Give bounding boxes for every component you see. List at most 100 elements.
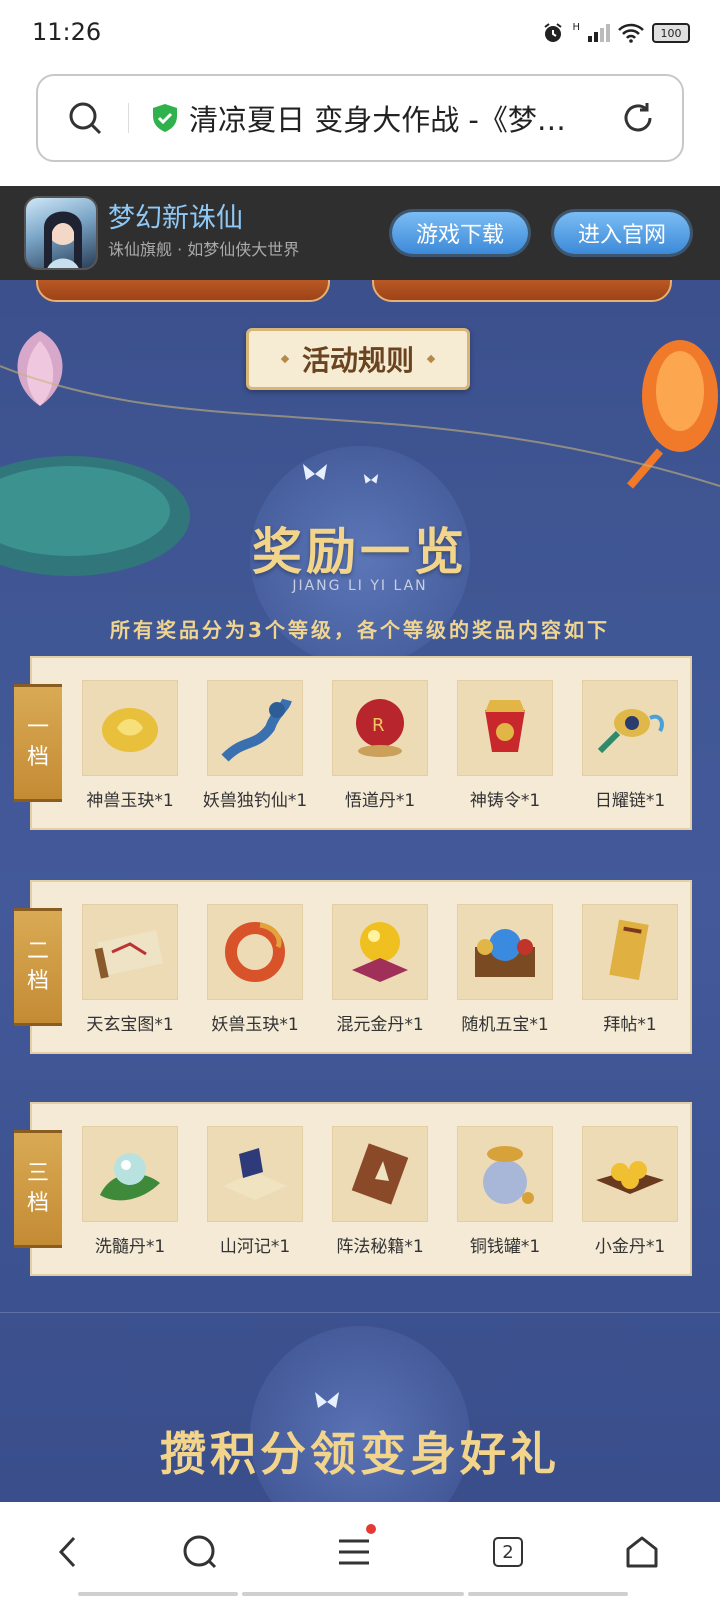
reward-item: 妖兽独钓仙*1 xyxy=(195,680,315,811)
back-button[interactable] xyxy=(46,1530,90,1574)
tier-items: 神兽玉玦*1 妖兽独钓仙*1 R 悟道丹*1 神铸令*1 日耀链*1 xyxy=(70,680,690,811)
notification-dot xyxy=(366,1524,376,1534)
item-name: 混元金丹*1 xyxy=(336,1015,424,1035)
red-pill-icon: R xyxy=(332,680,428,776)
search-icon[interactable] xyxy=(68,101,102,135)
item-name: 洗髓丹*1 xyxy=(94,1237,166,1257)
butterfly-icon xyxy=(363,474,379,484)
tier-label-bottom: 档 xyxy=(26,1191,49,1216)
rewards-description: 所有奖品分为3个等级，各个等级的奖品内容如下 xyxy=(110,618,610,642)
reload-icon[interactable] xyxy=(620,100,656,136)
reward-item: 日耀链*1 xyxy=(570,680,690,811)
reward-tier-1: 一 档 神兽玉玦*1 妖兽独钓仙*1 R 悟道丹*1 神铸令*1 日耀链*1 xyxy=(14,656,692,830)
reward-tier-3: 三 档 洗髓丹*1 山河记*1 阵法秘籍*1 铜钱罐*1 小金丹*1 xyxy=(14,1102,692,1276)
reward-item: 小金丹*1 xyxy=(570,1126,690,1257)
menu-button[interactable] xyxy=(332,1524,376,1574)
reward-item: 山河记*1 xyxy=(195,1126,315,1257)
web-content[interactable]: 梦幻新诛仙 诛仙旗舰 · 如梦仙侠大世界 游戏下载 进入官网 活动规则 奖励一览… xyxy=(0,186,720,1502)
activity-rules-button[interactable]: 活动规则 xyxy=(246,328,470,390)
download-game-button[interactable]: 游戏下载 xyxy=(392,212,528,254)
status-bar: 11:26 H 100 xyxy=(0,0,720,66)
butterfly-icon xyxy=(303,464,327,480)
jade-pendant-icon xyxy=(82,680,178,776)
spell-book-icon xyxy=(332,1126,428,1222)
game-app-icon[interactable] xyxy=(24,196,98,270)
reward-item: 妖兽玉玦*1 xyxy=(195,904,315,1035)
tier-label-top: 一 xyxy=(26,715,49,740)
reward-tier-2: 二 档 天玄宝图*1 妖兽玉玦*1 混元金丹*1 随机五宝*1 拜帖*1 xyxy=(14,880,692,1054)
token-icon xyxy=(457,680,553,776)
reward-item: 洗髓丹*1 xyxy=(70,1126,190,1257)
gesture-bar xyxy=(242,1592,464,1596)
tier-label-top: 三 xyxy=(26,1161,49,1186)
alarm-icon xyxy=(544,23,563,42)
tabs-button[interactable]: 2 xyxy=(486,1530,530,1574)
butterfly-icon xyxy=(315,1392,339,1408)
item-name: 阵法秘籍*1 xyxy=(336,1237,424,1257)
jade-pill-icon xyxy=(82,1126,178,1222)
dragon-pendant-icon xyxy=(207,904,303,1000)
treasure-map-icon xyxy=(82,904,178,1000)
ornament-dot xyxy=(280,354,290,364)
gesture-bar xyxy=(468,1592,628,1596)
treasure-chest-icon xyxy=(457,904,553,1000)
menu-icon xyxy=(339,1539,369,1565)
home-icon xyxy=(626,1536,658,1568)
activity-rules-label: 活动规则 xyxy=(301,344,414,377)
tier-label: 二 档 xyxy=(14,908,62,1026)
tier-label-bottom: 档 xyxy=(26,745,49,770)
reward-item: 神铸令*1 xyxy=(445,680,565,811)
official-site-button[interactable]: 进入官网 xyxy=(554,212,690,254)
gesture-bar xyxy=(78,1592,238,1596)
golden-pills-tray-icon xyxy=(582,1126,678,1222)
sun-chain-icon xyxy=(582,680,678,776)
reward-item: 天玄宝图*1 xyxy=(70,904,190,1035)
page-title[interactable]: 清凉夏日 变身大作战 -《梦… xyxy=(189,97,589,139)
item-name: 小金丹*1 xyxy=(594,1237,666,1257)
item-name: 铜钱罐*1 xyxy=(469,1237,541,1257)
address-bar[interactable]: 清凉夏日 变身大作战 -《梦… xyxy=(36,74,684,162)
reward-item: 阵法秘籍*1 xyxy=(320,1126,440,1257)
network-type: H xyxy=(572,22,580,33)
coin-jar-icon xyxy=(457,1126,553,1222)
reward-item: 混元金丹*1 xyxy=(320,904,440,1035)
item-name: 拜帖*1 xyxy=(603,1015,657,1035)
tier-label: 一 档 xyxy=(14,684,62,802)
item-name: 天玄宝图*1 xyxy=(86,1015,174,1035)
rewards-title: 奖励一览 xyxy=(252,522,468,581)
game-tagline: 诛仙旗舰 · 如梦仙侠大世界 xyxy=(108,240,300,259)
invitation-icon xyxy=(582,904,678,1000)
item-name: 悟道丹*1 xyxy=(344,791,416,811)
back-arrow-icon xyxy=(58,1536,76,1568)
tier-label-bottom: 档 xyxy=(26,969,49,994)
tier-label: 三 档 xyxy=(14,1130,62,1248)
wifi-icon xyxy=(618,23,644,43)
golden-orb-icon xyxy=(332,904,428,1000)
reward-item: 神兽玉玦*1 xyxy=(70,680,190,811)
item-name: 妖兽独钓仙*1 xyxy=(202,791,308,811)
section-divider xyxy=(0,1312,720,1313)
item-name: 山河记*1 xyxy=(219,1237,291,1257)
status-icons: H 100 xyxy=(542,22,690,44)
search-button[interactable] xyxy=(178,1530,222,1574)
game-name: 梦幻新诛仙 xyxy=(108,203,243,234)
item-name: 妖兽玉玦*1 xyxy=(211,1015,299,1035)
reward-item: 随机五宝*1 xyxy=(445,904,565,1035)
home-button[interactable] xyxy=(620,1530,664,1574)
tier-items: 天玄宝图*1 妖兽玉玦*1 混元金丹*1 随机五宝*1 拜帖*1 xyxy=(70,904,690,1035)
beast-mount-icon xyxy=(207,680,303,776)
tier-label-top: 二 xyxy=(26,939,49,964)
open-book-icon xyxy=(207,1126,303,1222)
battery-icon: 100 xyxy=(652,23,690,43)
game-promo-bar: 梦幻新诛仙 诛仙旗舰 · 如梦仙侠大世界 游戏下载 进入官网 xyxy=(0,186,720,280)
item-name: 神兽玉玦*1 xyxy=(86,791,174,811)
search-icon xyxy=(183,1535,217,1569)
svg-text:R: R xyxy=(372,715,385,736)
item-name: 日耀链*1 xyxy=(594,791,666,811)
item-name: 神铸令*1 xyxy=(469,791,541,811)
reward-item: R 悟道丹*1 xyxy=(320,680,440,811)
browser-bottom-nav: 2 xyxy=(0,1502,720,1600)
status-time: 11:26 xyxy=(32,18,102,46)
tabs-count-icon: 2 xyxy=(493,1537,523,1567)
ornament-dot xyxy=(426,354,436,364)
